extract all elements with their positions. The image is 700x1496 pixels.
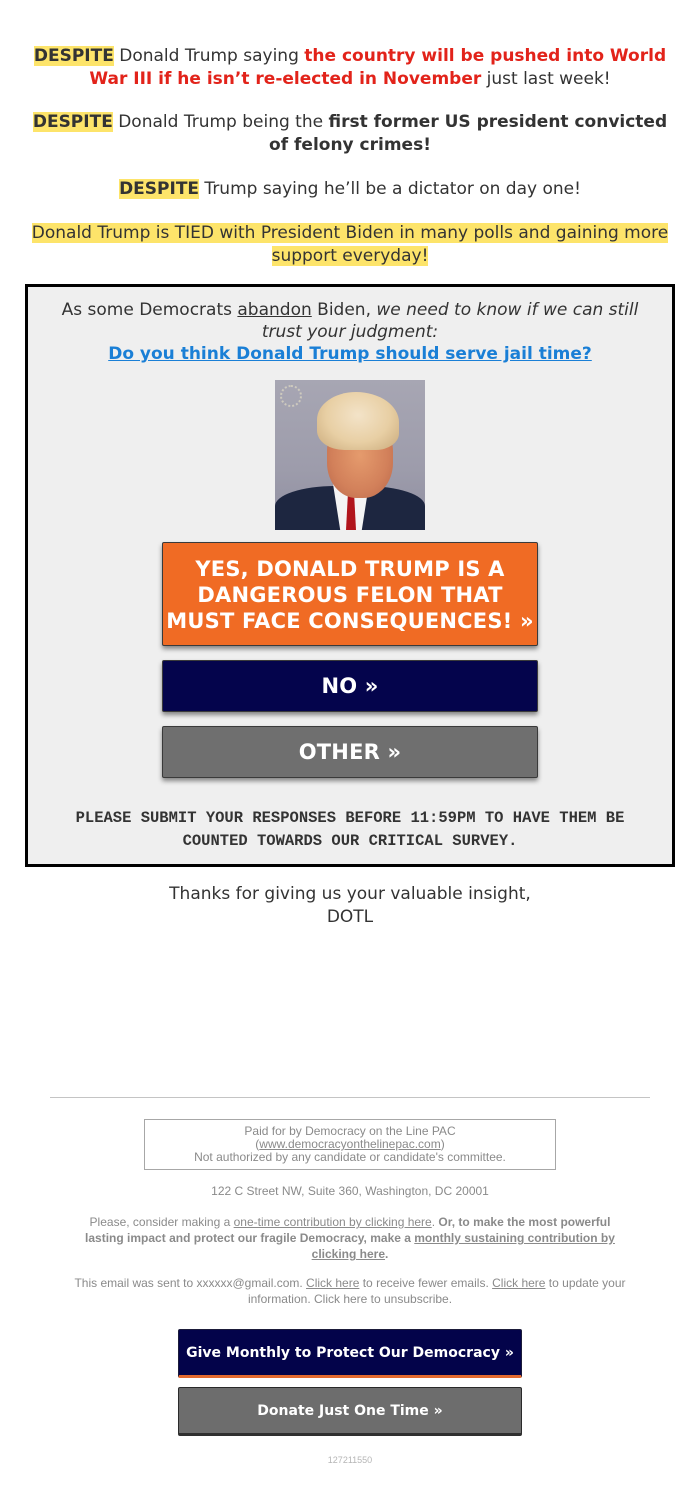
intro-paragraph-dictator: DESPITE Trump saying he’ll be a dictator…: [25, 178, 675, 201]
email-notice: This email was sent to xxxxxx@gmail.com.…: [70, 1275, 630, 1307]
sent-text: This email was sent to xxxxxx@gmail.com.: [74, 1276, 307, 1290]
lead-underlined: abandon: [237, 300, 312, 320]
lead-text: As some Democrats: [61, 300, 238, 320]
contribution-text: Please, consider making a one-time contr…: [70, 1214, 630, 1262]
highlighted-text: Donald Trump is TIED with President Bide…: [31, 223, 669, 266]
intro-text: just last week!: [481, 69, 611, 89]
signoff-name: DOTL: [326, 907, 374, 927]
donate-once-button[interactable]: Donate Just One Time »: [178, 1387, 522, 1436]
footer-divider: [50, 1097, 650, 1098]
lead-text: Biden,: [311, 300, 377, 320]
signoff: Thanks for giving us your valuable insig…: [0, 883, 700, 929]
website-link[interactable]: www.democracyonthelinepac.com: [259, 1137, 440, 1151]
other-button[interactable]: OTHER »: [162, 726, 538, 778]
despite-highlight: DESPITE: [32, 112, 113, 132]
mugshot-image[interactable]: [275, 380, 425, 530]
intro-paragraph-tied-polls: Donald Trump is TIED with President Bide…: [25, 222, 675, 268]
one-time-contribution-link[interactable]: one-time contribution by clicking here: [234, 1215, 432, 1229]
despite-highlight: DESPITE: [33, 46, 114, 66]
no-button[interactable]: NO »: [162, 660, 538, 712]
intro-text: Trump saying he’ll be a dictator on day …: [199, 179, 581, 199]
contrib-text: Please, consider making a: [89, 1215, 234, 1229]
email-id: 127211550: [327, 1455, 373, 1465]
mailing-address: 122 C Street NW, Suite 360, Washington, …: [211, 1184, 489, 1198]
update-info-link[interactable]: Click here: [492, 1276, 545, 1290]
yes-button[interactable]: YES, DONALD TRUMP IS A DANGEROUS FELON T…: [162, 542, 538, 646]
intro-paragraph-world-war: DESPITE Donald Trump saying the country …: [25, 45, 675, 91]
fewer-emails-link[interactable]: Click here: [306, 1276, 359, 1290]
not-authorized-text: Not authorized by any candidate or candi…: [194, 1150, 506, 1164]
signoff-thanks: Thanks for giving us your valuable insig…: [169, 884, 531, 904]
give-monthly-button[interactable]: Give Monthly to Protect Our Democracy »: [178, 1329, 522, 1378]
sheriff-seal-icon: [280, 385, 302, 407]
survey-lead: As some Democrats abandon Biden, we need…: [28, 299, 672, 365]
contrib-end: .: [385, 1247, 389, 1261]
bold-emphasis: first former US president convicted of f…: [269, 112, 668, 155]
paid-for-disclaimer: Paid for by Democracy on the Line PAC (w…: [144, 1119, 556, 1170]
intro-paragraph-convicted: DESPITE Donald Trump being the first for…: [25, 111, 675, 157]
intro-text: Donald Trump being the: [112, 112, 329, 132]
despite-highlight: DESPITE: [119, 179, 200, 199]
hair-shape: [317, 392, 399, 450]
intro-text: Donald Trump saying: [113, 46, 305, 66]
sent-text: to receive fewer emails.: [359, 1276, 493, 1290]
deadline-notice: PLEASE SUBMIT YOUR RESPONSES BEFORE 11:5…: [75, 809, 625, 850]
survey-box: As some Democrats abandon Biden, we need…: [25, 284, 675, 867]
survey-question-link[interactable]: Do you think Donald Trump should serve j…: [108, 343, 592, 365]
